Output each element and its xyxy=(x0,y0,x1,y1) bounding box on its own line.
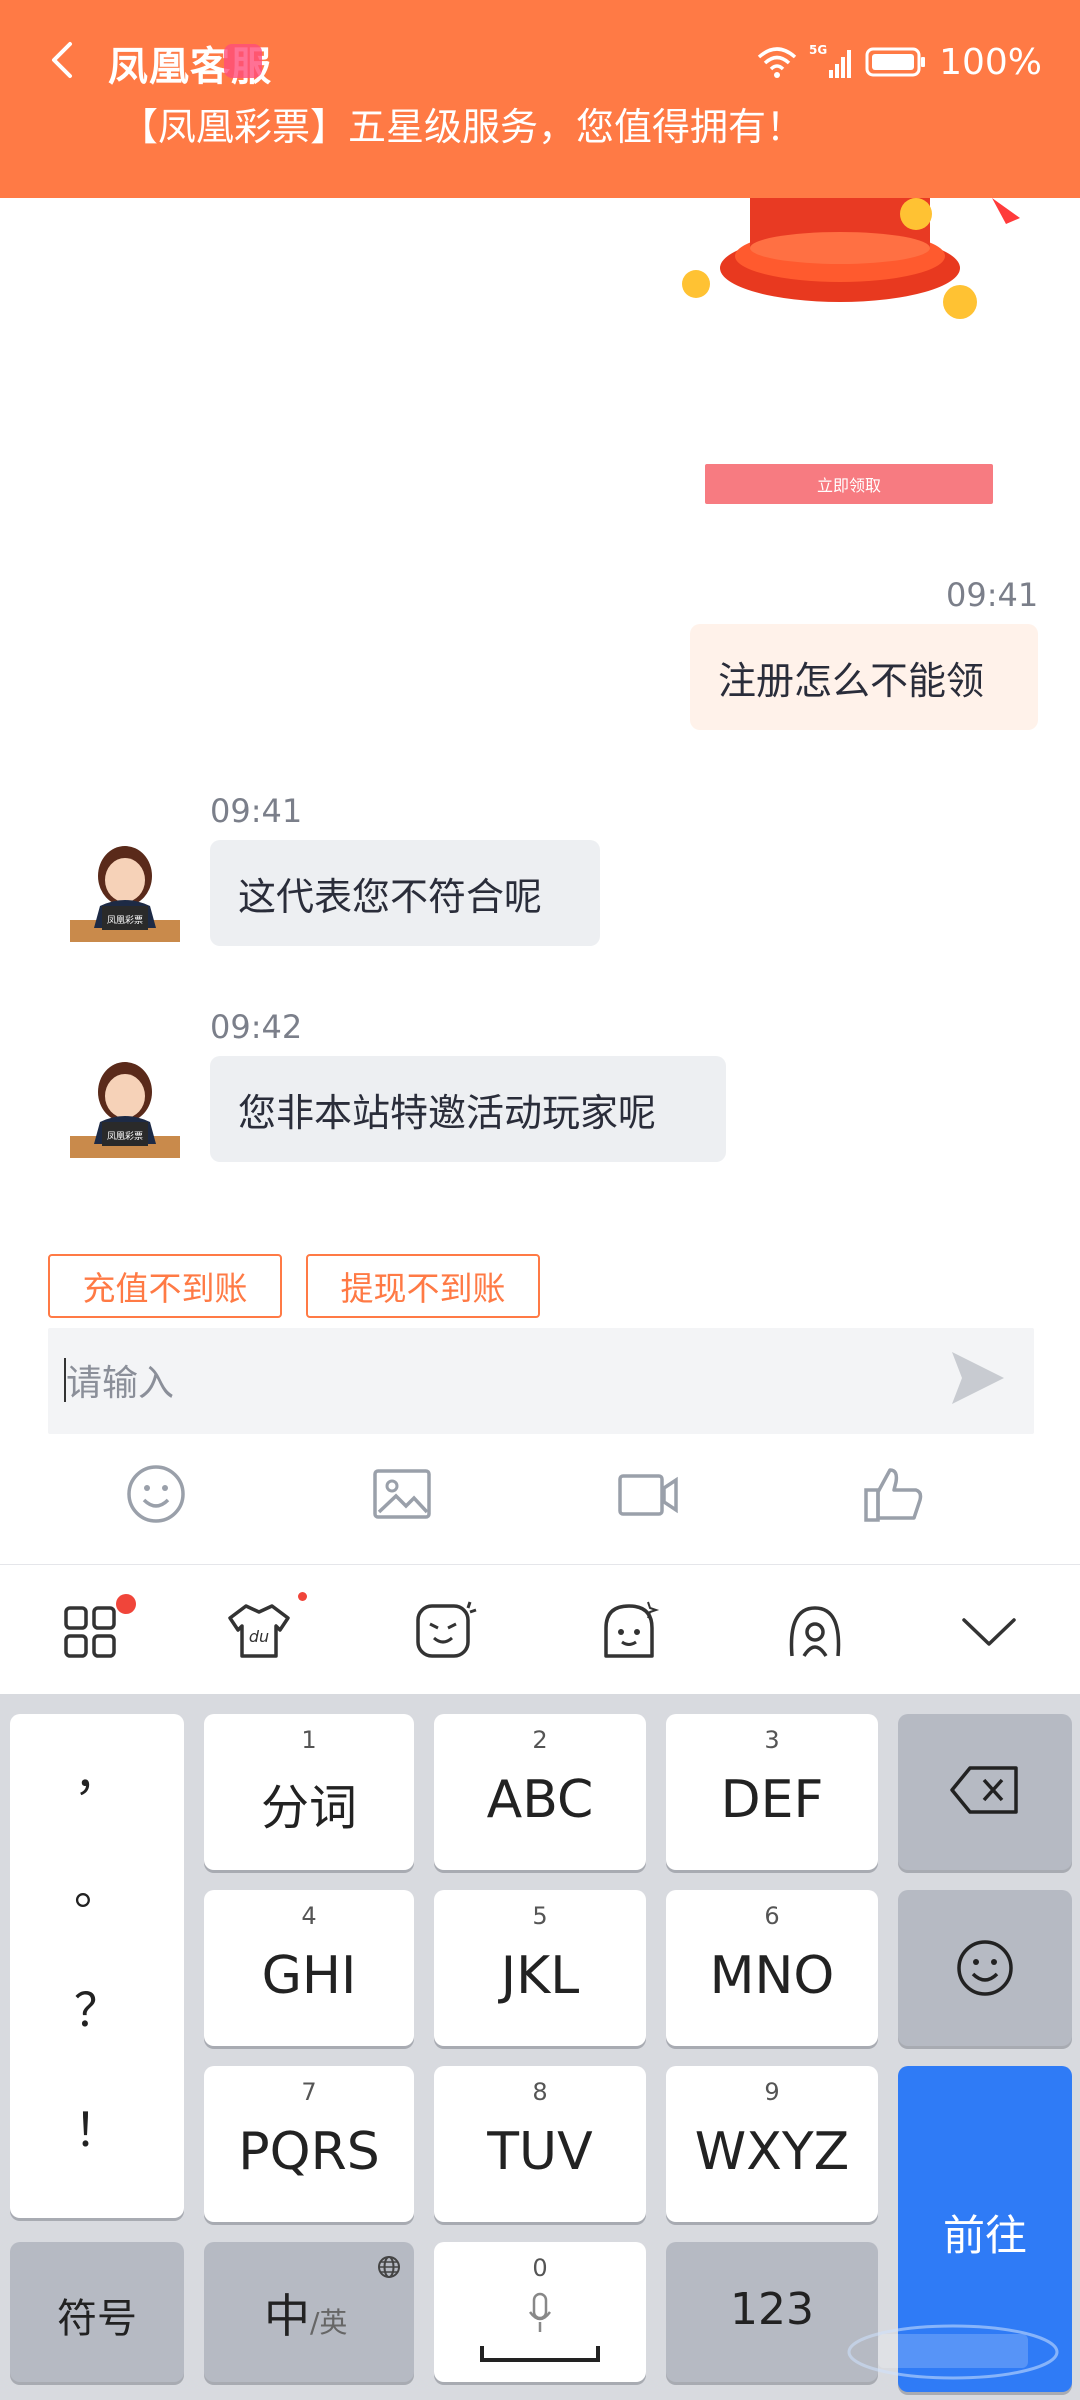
image-icon[interactable] xyxy=(370,1462,434,1526)
key-label: DEF xyxy=(720,1770,824,1830)
skin-shirt-icon[interactable]: du xyxy=(226,1598,292,1664)
keyboard-toolbar xyxy=(0,1564,1080,1695)
message-time: 09:41 xyxy=(946,576,1039,614)
agent-avatar: 凤凰彩票 xyxy=(70,846,180,942)
emoji-key-icon xyxy=(957,1940,1013,1996)
key-number: 6 xyxy=(764,1902,780,1930)
key-5[interactable]: 5 JKL xyxy=(434,1890,646,2046)
avatar-face-icon[interactable] xyxy=(596,1598,662,1664)
handwriting-icon[interactable] xyxy=(782,1598,848,1664)
battery-icon xyxy=(865,47,926,77)
key-number: 0 xyxy=(532,2254,548,2282)
agent-avatar: 凤凰彩票 xyxy=(70,1062,180,1158)
wifi-icon xyxy=(757,47,797,78)
svg-text:du: du xyxy=(249,1627,269,1646)
key-3[interactable]: 3 DEF xyxy=(666,1714,878,1870)
period-key[interactable]: 。 xyxy=(10,1852,184,1918)
key-number: 4 xyxy=(301,1902,317,1930)
video-icon[interactable] xyxy=(616,1462,680,1526)
message-bubble-outgoing: 注册怎么不能领 xyxy=(690,624,1038,730)
key-7[interactable]: 7 PQRS xyxy=(204,2066,414,2222)
key-label: WXYZ xyxy=(694,2122,850,2182)
key-number: 9 xyxy=(764,2078,780,2106)
emoji-icon[interactable] xyxy=(124,1462,188,1526)
message-input-field[interactable] xyxy=(48,1328,1034,1434)
battery-percentage: 100% xyxy=(939,41,1042,83)
message-bubble-incoming: 这代表您不符合呢 xyxy=(210,840,600,946)
symbols-key-label: 符号 xyxy=(57,2296,137,2342)
symbols-key[interactable]: 符号 xyxy=(10,2242,184,2382)
cellular-5g-icon: 5G xyxy=(809,43,852,78)
message-time: 09:41 xyxy=(210,792,303,830)
key-label: ABC xyxy=(486,1770,594,1830)
back-arrow-icon[interactable] xyxy=(44,36,84,84)
globe-icon xyxy=(378,2256,400,2278)
keyboard: ， 。 ？ ！ 1 分词 2 ABC 3 DEF 4 GHI 5 JKL 6 M… xyxy=(0,1694,1080,2400)
space-bar-icon xyxy=(480,2346,600,2362)
key-label: 分词 xyxy=(260,1780,357,1836)
quick-reply-recharge[interactable]: 充值不到账 xyxy=(48,1254,282,1318)
key-6[interactable]: 6 MNO xyxy=(666,1890,878,2046)
key-8[interactable]: 8 TUV xyxy=(434,2066,646,2222)
comma-key[interactable]: ， xyxy=(10,1738,184,1804)
space-key[interactable]: 0 xyxy=(434,2242,646,2382)
message-input-placeholder: 请输入 xyxy=(66,1363,175,1404)
message-time: 09:42 xyxy=(210,1008,303,1046)
emoji-key[interactable] xyxy=(898,1890,1072,2046)
svg-text:凤凰彩票: 凤凰彩票 xyxy=(107,915,143,926)
key-4[interactable]: 4 GHI xyxy=(204,1890,414,2046)
exclamation-key[interactable]: ！ xyxy=(10,2094,184,2160)
sticker-icon[interactable] xyxy=(412,1598,478,1664)
key-label: TUV xyxy=(487,2122,593,2182)
watermark-logo-icon xyxy=(847,2324,1059,2380)
quick-reply-withdraw[interactable]: 提现不到账 xyxy=(306,1254,540,1318)
message-bubble-incoming: 您非本站特邀活动玩家呢 xyxy=(210,1056,726,1162)
go-key-label: 前往 xyxy=(942,2211,1027,2260)
backspace-icon xyxy=(950,1766,1018,1814)
notification-dot-icon xyxy=(298,1592,307,1601)
notification-badge-icon xyxy=(224,44,262,78)
punctuation-column[interactable]: ， 。 ？ ！ xyxy=(10,1714,184,2218)
chat-header: 凤凰客服 【凤凰彩票】五星级服务，您值得拥有！ 5G 100% xyxy=(0,0,1080,198)
text-cursor xyxy=(64,1358,66,1402)
language-english-label: /英 xyxy=(310,2306,348,2339)
key-label: JKL xyxy=(500,1946,580,2006)
key-number: 8 xyxy=(532,2078,548,2106)
key-2[interactable]: 2 ABC xyxy=(434,1714,646,1870)
key-1[interactable]: 1 分词 xyxy=(204,1714,414,1870)
key-9[interactable]: 9 WXYZ xyxy=(666,2066,878,2222)
send-icon[interactable] xyxy=(948,1348,1008,1408)
key-label: PQRS xyxy=(238,2122,380,2182)
chat-subtitle: 【凤凰彩票】五星级服务，您值得拥有！ xyxy=(120,105,805,149)
gift-promo-image xyxy=(682,198,1020,319)
key-number: 1 xyxy=(301,1726,317,1754)
svg-text:凤凰彩票: 凤凰彩票 xyxy=(107,1131,143,1142)
key-number: 2 xyxy=(532,1726,548,1754)
microphone-icon xyxy=(528,2292,552,2332)
notification-dot-icon xyxy=(116,1594,136,1614)
thumbs-up-icon[interactable] xyxy=(862,1462,926,1526)
key-number: 5 xyxy=(532,1902,548,1930)
collapse-keyboard-chevron-down-icon[interactable] xyxy=(956,1598,1022,1664)
key-number: 7 xyxy=(301,2078,317,2106)
svg-text:5G: 5G xyxy=(809,43,827,57)
key-label: MNO xyxy=(709,1946,835,2006)
status-bar: 5G 100% xyxy=(757,41,1042,83)
backspace-key[interactable] xyxy=(898,1714,1072,1870)
language-switch-key[interactable]: 中/英 xyxy=(204,2242,414,2382)
key-number: 3 xyxy=(764,1726,780,1754)
key-label: GHI xyxy=(261,1946,357,2006)
language-chinese-label: 中 xyxy=(264,2289,310,2343)
question-key[interactable]: ？ xyxy=(10,1974,184,2040)
claim-now-button[interactable]: 立即领取 xyxy=(705,464,993,504)
